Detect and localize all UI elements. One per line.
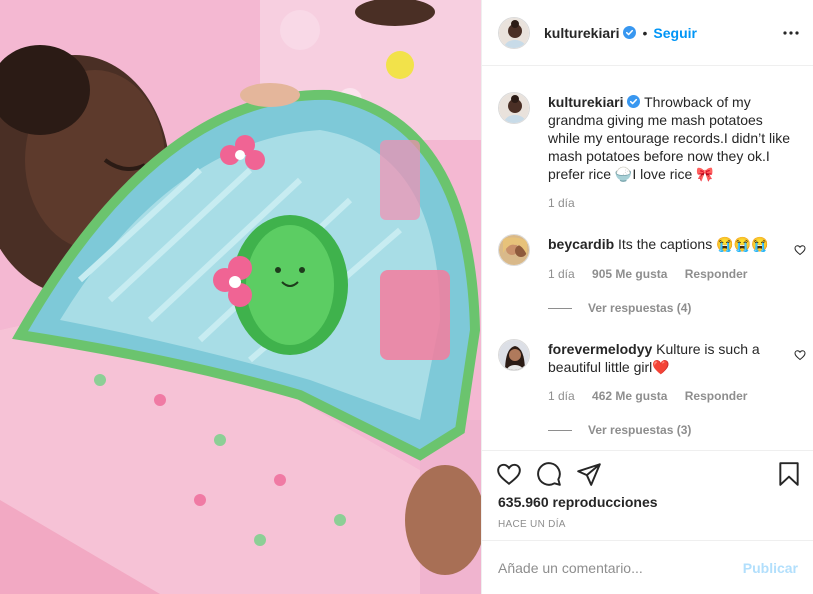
comment-like-icon[interactable] [794,349,806,361]
comment-likes[interactable]: 462 Me gusta [592,389,667,403]
author-avatar[interactable] [498,16,530,49]
comment-body: forevermelodyy Kulture is such a beautif… [548,340,798,376]
reply-button[interactable]: Responder [685,389,748,403]
view-replies-button[interactable]: Ver respuestas (4) [548,301,691,315]
comment-composer: Publicar [482,540,813,594]
header-separator: • [642,24,648,41]
comment-time[interactable]: 1 día [548,267,575,281]
publish-button[interactable]: Publicar [743,560,798,576]
comment-icon[interactable] [536,461,562,487]
comments-list[interactable]: kulturekiari Throwback of my grandma giv… [482,66,813,450]
view-count[interactable]: 635.960 reproducciones [498,494,658,510]
view-replies-button[interactable]: Ver respuestas (3) [548,423,691,437]
replies-divider [548,307,572,309]
bookmark-icon[interactable] [776,461,802,487]
comment-username[interactable]: forevermelodyy [548,341,652,357]
verified-badge-icon [623,26,637,39]
share-icon[interactable] [576,461,602,487]
author-username[interactable]: kulturekiari [544,25,619,41]
comment-meta: 1 día 462 Me gusta Responder [548,389,761,403]
caption-time[interactable]: 1 día [548,196,575,210]
commenter-avatar[interactable] [498,339,530,371]
post-details-panel: kulturekiari • Seguir kulturekiari Throw… [481,0,813,594]
post-video[interactable] [0,0,481,594]
replies-divider [548,429,572,431]
caption-author-avatar[interactable] [498,92,530,124]
caption-meta: 1 día [548,196,589,210]
caption-username[interactable]: kulturekiari [548,94,623,110]
comment-username[interactable]: beycardib [548,236,614,252]
comment-meta: 1 día 905 Me gusta Responder [548,267,761,281]
video-frame-illustration [0,0,481,594]
comment-input[interactable] [498,559,743,576]
comment-time[interactable]: 1 día [548,389,575,403]
commenter-avatar[interactable] [498,234,530,266]
heart-icon[interactable] [496,461,522,487]
comment-body: beycardib Its the captions 😭😭😭 [548,235,798,253]
post-actions: 635.960 reproducciones HACE UN DÍA [482,450,813,540]
view-replies-label[interactable]: Ver respuestas (4) [588,301,691,315]
post-header: kulturekiari • Seguir [482,0,813,66]
follow-button[interactable]: Seguir [653,25,697,41]
post-timestamp[interactable]: HACE UN DÍA [498,519,566,530]
verified-badge-icon [627,95,641,108]
reply-button[interactable]: Responder [685,267,748,281]
comment-text: Its the captions 😭😭😭 [618,236,769,252]
comment-likes[interactable]: 905 Me gusta [592,267,667,281]
caption-body: kulturekiari Throwback of my grandma giv… [548,93,798,183]
view-replies-label[interactable]: Ver respuestas (3) [588,423,691,437]
more-options-icon[interactable] [782,24,800,42]
comment-like-icon[interactable] [794,244,806,256]
